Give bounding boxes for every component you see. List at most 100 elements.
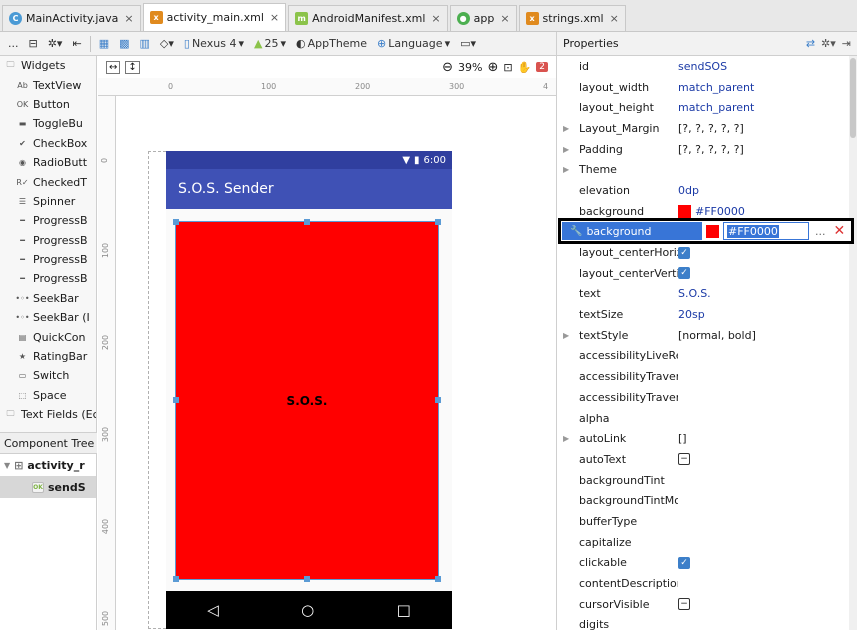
property-value[interactable]: [?, ?, ?, ?, ?]	[678, 143, 857, 156]
palette-item[interactable]: OK Button	[0, 95, 96, 114]
api-dropdown[interactable]: ▲ 25 ▾	[252, 35, 288, 53]
property-row[interactable]: cursorVisible −	[557, 594, 857, 615]
orientation-icon[interactable]: ◇▾	[158, 35, 176, 53]
property-value[interactable]: 0dp	[678, 184, 857, 197]
palette-item[interactable]: •◦• SeekBar	[0, 289, 96, 308]
background-value-input[interactable]: #FF0000	[723, 222, 809, 240]
property-row[interactable]: backgroundTintMode	[557, 490, 857, 511]
property-value[interactable]: 20sp	[678, 308, 857, 321]
property-value[interactable]: −	[678, 453, 857, 466]
property-value[interactable]: [normal, bold]	[678, 329, 857, 342]
layout-variants-dropdown[interactable]: ▭▾	[458, 35, 478, 53]
property-row[interactable]: ▶ textStyle [normal, bold]	[557, 325, 857, 346]
property-row[interactable]: layout_height match_parent	[557, 97, 857, 118]
warnings-badge[interactable]: 2	[536, 62, 548, 72]
property-value[interactable]: ✓	[678, 267, 857, 280]
tab-mainactivity[interactable]: C MainActivity.java ×	[2, 5, 141, 31]
palette-item[interactable]: ▭ Switch	[0, 366, 96, 385]
both-view-icon[interactable]: ▥	[138, 35, 152, 53]
color-swatch[interactable]	[706, 224, 719, 238]
overflow-button[interactable]: ...	[6, 35, 21, 53]
design-view-icon[interactable]: ▦	[97, 35, 111, 53]
property-value[interactable]: −	[678, 598, 857, 611]
gear-icon[interactable]: ✲▾	[821, 37, 836, 50]
property-row[interactable]: ▶ autoLink[]	[557, 428, 857, 449]
property-value[interactable]: match_parent	[678, 101, 857, 114]
property-row[interactable]: layout_width match_parent	[557, 77, 857, 98]
palette-item[interactable]: ✔ CheckBox	[0, 134, 96, 153]
palette-category-widgets[interactable]: 🗀 Widgets	[0, 56, 96, 75]
expand-icon[interactable]: ▼	[4, 461, 10, 470]
pan-icon[interactable]: ↔	[106, 60, 121, 74]
resize-handle[interactable]	[173, 219, 179, 225]
clear-icon[interactable]: ✕	[834, 223, 846, 239]
close-icon[interactable]: ×	[270, 11, 279, 24]
property-value[interactable]: ✓	[678, 246, 857, 259]
resize-handle[interactable]	[173, 397, 179, 403]
flag-toggle-icon[interactable]: −	[678, 453, 690, 466]
close-icon[interactable]: ×	[124, 12, 133, 25]
palette-item[interactable]: •◦• SeekBar (I	[0, 308, 96, 327]
palette-item[interactable]: ━ ProgressB	[0, 269, 96, 288]
property-value[interactable]: sendSOS	[678, 60, 857, 73]
close-icon[interactable]: ×	[610, 12, 619, 25]
flag-toggle-icon[interactable]: −	[678, 598, 690, 611]
resize-handle[interactable]	[435, 397, 441, 403]
palette-item[interactable]: ◉ RadioButt	[0, 153, 96, 172]
tree-node-root[interactable]: ▼ ⊞ activity_r	[0, 454, 96, 476]
tree-node-send-sos[interactable]: OK sendS	[0, 476, 96, 498]
palette-item[interactable]: ━ ProgressB	[0, 250, 96, 269]
zoom-out-icon[interactable]: ⊖	[442, 60, 453, 75]
property-row[interactable]: textSize 20sp	[557, 304, 857, 325]
scrollbar-thumb[interactable]	[850, 58, 856, 138]
color-swatch[interactable]	[678, 204, 691, 218]
hide-panel-icon[interactable]: ⇥	[842, 37, 851, 50]
palette-item[interactable]: Ab TextView	[0, 75, 96, 94]
property-row[interactable]: ▶ Padding [?, ?, ?, ?, ?]	[557, 139, 857, 160]
palette-item[interactable]: R✓ CheckedT	[0, 172, 96, 191]
property-row[interactable]: text S.O.S.	[557, 284, 857, 305]
tab-android-manifest[interactable]: m AndroidManifest.xml ×	[288, 5, 448, 31]
resize-handle[interactable]	[435, 219, 441, 225]
theme-dropdown[interactable]: ◐ AppTheme	[294, 35, 369, 53]
property-value[interactable]: #FF0000	[678, 204, 857, 218]
design-canvas[interactable]: ↔ ↕ ⊖ 39% ⊕ ⊡ ✋ 2 0 100 200 300 4 0 100 …	[98, 56, 556, 630]
property-row[interactable]: id sendSOS	[557, 56, 857, 77]
property-value[interactable]: [?, ?, ?, ?, ?]	[678, 122, 857, 135]
collapse-icon[interactable]: ⇤	[70, 35, 83, 53]
resize-handle[interactable]	[304, 576, 310, 582]
palette-item[interactable]: ▬ ToggleBu	[0, 114, 96, 133]
browse-button[interactable]: ...	[815, 225, 826, 238]
property-row[interactable]: accessibilityTraversalAfte	[557, 366, 857, 387]
palette-item[interactable]: ⬚ Space	[0, 386, 96, 405]
property-row[interactable]: alpha	[557, 408, 857, 429]
property-value[interactable]: []	[678, 432, 857, 445]
palette-category-text-fields[interactable]: 🗀 Text Fields (Ec	[0, 405, 97, 424]
swap-view-icon[interactable]: ⇄	[806, 37, 815, 50]
property-value[interactable]: match_parent	[678, 81, 857, 94]
palette-item[interactable]: ★ RatingBar	[0, 347, 96, 366]
property-row[interactable]: contentDescription	[557, 573, 857, 594]
tab-app[interactable]: ● app ×	[449, 5, 517, 31]
fit-screen-icon[interactable]: ⊡	[503, 61, 512, 74]
resize-handle[interactable]	[435, 576, 441, 582]
sos-button[interactable]: S.O.S.	[173, 219, 441, 582]
blueprint-view-icon[interactable]: ▩	[117, 35, 131, 53]
property-row[interactable]: digits	[557, 615, 857, 630]
scale-icon[interactable]: ↕	[125, 60, 140, 74]
property-value[interactable]: S.O.S.	[678, 287, 857, 300]
device-dropdown[interactable]: ▯ Nexus 4 ▾	[182, 35, 246, 53]
property-row[interactable]: clickable ✓	[557, 553, 857, 574]
checkbox-checked-icon[interactable]: ✓	[678, 556, 690, 569]
zoom-in-icon[interactable]: ⊕	[487, 60, 498, 75]
property-value[interactable]: ✓	[678, 556, 857, 569]
close-icon[interactable]: ×	[500, 12, 509, 25]
property-row[interactable]: ▶ Layout_Margin [?, ?, ?, ?, ?]	[557, 118, 857, 139]
language-dropdown[interactable]: ⊕ Language ▾	[375, 35, 452, 53]
tab-activity-main[interactable]: x activity_main.xml ×	[142, 3, 287, 31]
property-row[interactable]: capitalize	[557, 532, 857, 553]
property-row[interactable]: layout_centerVertical✓	[557, 263, 857, 284]
property-row[interactable]: accessibilityLiveRegion	[557, 346, 857, 367]
close-icon[interactable]: ×	[431, 12, 440, 25]
palette-search-icon[interactable]: ⊟	[27, 35, 40, 53]
